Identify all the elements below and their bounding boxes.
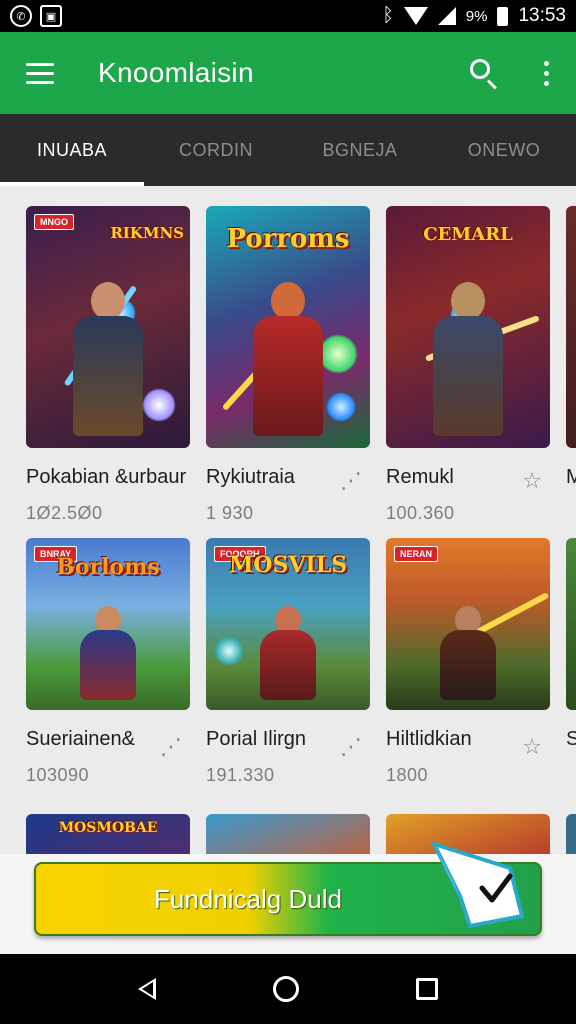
screen: ✆ ▣ ᛒ 9% 13:53 Knoomlaisin INUABA CORDIN… bbox=[0, 0, 576, 1024]
game-card[interactable] bbox=[206, 814, 370, 854]
game-thumbnail[interactable] bbox=[206, 814, 370, 854]
game-thumbnail[interactable] bbox=[566, 538, 576, 710]
menu-icon[interactable] bbox=[26, 62, 54, 84]
app-bar: Knoomlaisin bbox=[0, 32, 576, 114]
app-title: Knoomlaisin bbox=[98, 57, 254, 88]
game-thumbnail[interactable]: FOOORH MOSVILS bbox=[206, 538, 370, 710]
home-icon[interactable] bbox=[272, 976, 299, 1002]
game-card[interactable]: S bbox=[566, 538, 576, 751]
more-vert-icon[interactable] bbox=[526, 60, 566, 86]
share-icon[interactable]: ⋰ bbox=[340, 468, 362, 494]
game-grid: MNGO RIKMNS Pokabian &urbaur 1Ø2.5Ø0 Por… bbox=[0, 186, 576, 854]
recents-icon[interactable] bbox=[415, 978, 438, 1000]
tab-bgneja[interactable]: BGNEJA bbox=[288, 114, 432, 186]
promo-badge: NERAN bbox=[394, 546, 439, 562]
game-card[interactable]: CEMARL Remukl 100.360 ☆ bbox=[386, 206, 550, 524]
game-logo: Porroms bbox=[226, 224, 350, 254]
game-card[interactable]: FOOORH MOSVILS Porial Ilirgn 191.330 ⋰ bbox=[206, 538, 370, 786]
status-bar: ✆ ▣ ᛒ 9% 13:53 bbox=[0, 0, 576, 32]
cta-label: Fundnicalg Duld bbox=[154, 883, 342, 914]
game-card[interactable]: Porroms Rykiutraia 1 930 ⋰ bbox=[206, 206, 370, 524]
game-title: S bbox=[566, 728, 576, 750]
game-price: 103090 bbox=[26, 765, 90, 785]
game-thumbnail[interactable]: Porroms bbox=[206, 206, 370, 448]
tab-onewo[interactable]: ONEWO bbox=[432, 114, 576, 186]
clock: 13:53 bbox=[518, 5, 566, 26]
game-thumbnail[interactable] bbox=[566, 206, 576, 448]
battery-text: 9% bbox=[465, 7, 488, 25]
battery-icon bbox=[497, 6, 509, 26]
bluetooth-icon: ᛒ bbox=[382, 5, 394, 26]
game-card[interactable]: M bbox=[566, 206, 576, 489]
game-price: 1Ø2.5Ø0 bbox=[26, 503, 103, 523]
game-card[interactable]: NERAN Hiltlidkian 1800 ☆ bbox=[386, 538, 550, 786]
game-price: 191.330 bbox=[206, 765, 275, 785]
game-thumbnail[interactable]: CEMARL bbox=[386, 206, 550, 448]
game-logo: RIKMNS bbox=[110, 224, 184, 242]
game-card[interactable]: MOSMOBAE bbox=[26, 814, 190, 854]
back-icon[interactable] bbox=[138, 978, 157, 1000]
whatsapp-icon: ✆ bbox=[10, 5, 32, 27]
game-price: 100.360 bbox=[386, 503, 455, 523]
tab-bar: INUABA CORDIN BGNEJA ONEWO bbox=[0, 114, 576, 186]
game-logo: CEMARL bbox=[423, 224, 513, 245]
promo-badge: MNGO bbox=[34, 214, 74, 230]
game-card[interactable] bbox=[566, 814, 576, 854]
game-card[interactable]: BNRAY Borloms Sueriainen& 103090 ⋰ bbox=[26, 538, 190, 786]
game-logo: MOSVILS bbox=[228, 552, 348, 578]
share-icon[interactable]: ⋰ bbox=[160, 734, 182, 760]
star-icon[interactable]: ☆ bbox=[522, 734, 542, 760]
wifi-icon bbox=[403, 7, 428, 25]
game-thumbnail[interactable]: MOSMOBAE bbox=[26, 814, 190, 854]
game-thumbnail[interactable]: MNGO RIKMNS bbox=[26, 206, 190, 448]
gallery-icon: ▣ bbox=[40, 5, 62, 27]
tab-inuaba[interactable]: INUABA bbox=[0, 114, 144, 186]
game-thumbnail[interactable] bbox=[566, 814, 576, 854]
system-nav-bar bbox=[0, 954, 576, 1024]
star-icon[interactable]: ☆ bbox=[522, 468, 542, 494]
game-logo: MOSMOBAE bbox=[58, 820, 158, 836]
game-thumbnail[interactable]: NERAN bbox=[386, 538, 550, 710]
tab-cordin[interactable]: CORDIN bbox=[144, 114, 288, 186]
signal-icon bbox=[437, 7, 456, 25]
game-card[interactable]: MNGO RIKMNS Pokabian &urbaur 1Ø2.5Ø0 bbox=[26, 206, 190, 524]
check-flag-icon[interactable] bbox=[430, 838, 526, 930]
game-logo: Borloms bbox=[56, 554, 160, 580]
search-icon[interactable] bbox=[464, 53, 504, 93]
share-icon[interactable]: ⋰ bbox=[340, 734, 362, 760]
game-price: 1800 bbox=[386, 765, 429, 785]
game-title: Pokabian &urbaur bbox=[26, 466, 187, 488]
game-thumbnail[interactable]: BNRAY Borloms bbox=[26, 538, 190, 710]
game-title: M bbox=[566, 466, 576, 488]
game-price: 1 930 bbox=[206, 503, 254, 523]
